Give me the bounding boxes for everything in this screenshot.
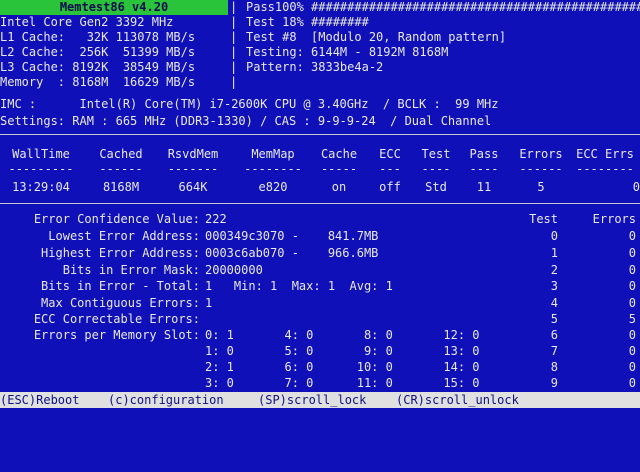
divider-line bbox=[0, 134, 640, 135]
test-number: 6 bbox=[550, 328, 558, 342]
test-number: 1 bbox=[550, 246, 558, 260]
memory-slot-row: 0: 1 4: 0 8: 0 12: 0 bbox=[205, 328, 480, 342]
divider-line bbox=[0, 203, 640, 204]
reboot-key[interactable]: (ESC)Reboot bbox=[0, 392, 79, 408]
memmap-value: e820 bbox=[258, 180, 288, 194]
status-dash: ----- bbox=[320, 162, 358, 176]
header-separator: | bbox=[230, 30, 238, 44]
test-number: 5 bbox=[550, 312, 558, 326]
ecc-value: off bbox=[379, 180, 401, 194]
test-error-count: 0 bbox=[628, 229, 636, 243]
test-error-count: 0 bbox=[628, 376, 636, 390]
current-test: Test #8 [Modulo 20, Random pattern] bbox=[246, 30, 507, 44]
status-header: Cache bbox=[320, 147, 358, 161]
error-value: 222 bbox=[205, 212, 227, 226]
app-title: Memtest86 v4.20 bbox=[0, 0, 228, 15]
status-dash: ---- bbox=[469, 162, 499, 176]
error-value: 0003c6ab070 - 966.6MB bbox=[205, 246, 379, 260]
status-dash: ------- bbox=[167, 162, 219, 176]
error-label: Highest Error Address: bbox=[41, 246, 200, 260]
test-number: 4 bbox=[550, 296, 558, 310]
error-label: Errors per Memory Slot: bbox=[33, 328, 200, 342]
l3-cache-info: L3 Cache: 8192K 38549 MB/s bbox=[0, 60, 196, 74]
errors-value: 5 bbox=[537, 180, 545, 194]
status-header: MemMap bbox=[251, 147, 295, 161]
settings-line: Settings: RAM : 665 MHz (DDR3-1330) / CA… bbox=[0, 114, 492, 128]
pass-value: 11 bbox=[476, 180, 492, 194]
error-value: 000349c3070 - 841.7MB bbox=[205, 229, 379, 243]
pass-progress: Pass100% ###############################… bbox=[246, 0, 640, 14]
imc-line: IMC : Intel(R) Core(TM) i7-2600K CPU @ 3… bbox=[0, 97, 499, 111]
status-header: ECC bbox=[379, 147, 401, 161]
test-header: Test bbox=[529, 212, 558, 226]
test-number: 0 bbox=[550, 229, 558, 243]
pattern-info: Pattern: 3833be4a-2 bbox=[246, 60, 384, 74]
status-header: Cached bbox=[99, 147, 143, 161]
l1-cache-info: L1 Cache: 32K 113078 MB/s bbox=[0, 30, 196, 44]
test-error-count: 5 bbox=[628, 312, 636, 326]
test-error-count: 0 bbox=[628, 246, 636, 260]
l2-cache-info: L2 Cache: 256K 51399 MB/s bbox=[0, 45, 196, 59]
status-header: ECC Errs bbox=[576, 147, 634, 161]
test-number: 8 bbox=[550, 360, 558, 374]
header-separator: | bbox=[230, 45, 238, 59]
error-label: Max Contiguous Errors: bbox=[41, 296, 200, 310]
status-dash: -------- bbox=[244, 162, 302, 176]
error-label: ECC Correctable Errors: bbox=[33, 312, 200, 326]
error-label: Bits in Error Mask: bbox=[62, 263, 200, 277]
test-error-count: 0 bbox=[628, 279, 636, 293]
walltime-value: 13:29:04 bbox=[12, 180, 70, 194]
configuration-key[interactable]: (c)configuration bbox=[108, 392, 224, 408]
error-label: Bits in Error - Total: bbox=[41, 279, 200, 293]
test-error-count: 0 bbox=[628, 328, 636, 342]
test-number: 3 bbox=[550, 279, 558, 293]
memory-slot-row: 1: 0 5: 0 9: 0 13: 0 bbox=[205, 344, 480, 358]
status-header: Errors bbox=[519, 147, 563, 161]
cached-value: 8168M bbox=[102, 180, 140, 194]
errors-header: Errors bbox=[592, 212, 636, 226]
cpu-info: Intel Core Gen2 3392 MHz bbox=[0, 15, 174, 29]
footer-bar: (ESC)Reboot (c)configuration (SP)scroll_… bbox=[0, 392, 640, 408]
memory-info: Memory : 8168M 16629 MB/s bbox=[0, 75, 196, 89]
scroll-unlock-key[interactable]: (CR)scroll_unlock bbox=[396, 392, 519, 408]
header-separator: | bbox=[230, 75, 238, 89]
error-label: Lowest Error Address: bbox=[48, 229, 200, 243]
error-label: Error Confidence Value: bbox=[33, 212, 200, 226]
status-dash: --------- bbox=[8, 162, 74, 176]
error-value: 1 Min: 1 Max: 1 Avg: 1 bbox=[205, 279, 393, 293]
cache-value: on bbox=[331, 180, 347, 194]
header-separator: | bbox=[230, 0, 238, 14]
test-error-count: 0 bbox=[628, 296, 636, 310]
status-header: Pass bbox=[469, 147, 499, 161]
test-error-count: 0 bbox=[628, 360, 636, 374]
status-dash: ---- bbox=[421, 162, 451, 176]
header-separator: | bbox=[230, 15, 238, 29]
test-number: 7 bbox=[550, 344, 558, 358]
ecc-errs-value: 0 bbox=[632, 180, 640, 194]
test-progress: Test 18% ######## bbox=[246, 15, 369, 29]
rsvdmem-value: 664K bbox=[178, 180, 208, 194]
status-header: Test bbox=[421, 147, 451, 161]
status-dash: --- bbox=[379, 162, 401, 176]
error-value: 20000000 bbox=[205, 263, 263, 277]
test-error-count: 0 bbox=[628, 263, 636, 277]
test-number: 9 bbox=[550, 376, 558, 390]
test-error-count: 0 bbox=[628, 344, 636, 358]
memory-slot-row: 2: 1 6: 0 10: 0 14: 0 bbox=[205, 360, 480, 374]
status-dash: ------ bbox=[519, 162, 563, 176]
status-header: RsvdMem bbox=[167, 147, 219, 161]
scroll-lock-key[interactable]: (SP)scroll_lock bbox=[258, 392, 366, 408]
testing-range: Testing: 6144M - 8192M 8168M bbox=[246, 45, 449, 59]
test-mode-value: Std bbox=[425, 180, 447, 194]
test-number: 2 bbox=[550, 263, 558, 277]
memory-slot-row: 3: 0 7: 0 11: 0 15: 0 bbox=[205, 376, 480, 390]
header-separator: | bbox=[230, 60, 238, 74]
status-header: WallTime bbox=[12, 147, 70, 161]
status-dash: ------ bbox=[99, 162, 143, 176]
error-value: 1 bbox=[205, 296, 213, 310]
status-dash: -------- bbox=[576, 162, 634, 176]
